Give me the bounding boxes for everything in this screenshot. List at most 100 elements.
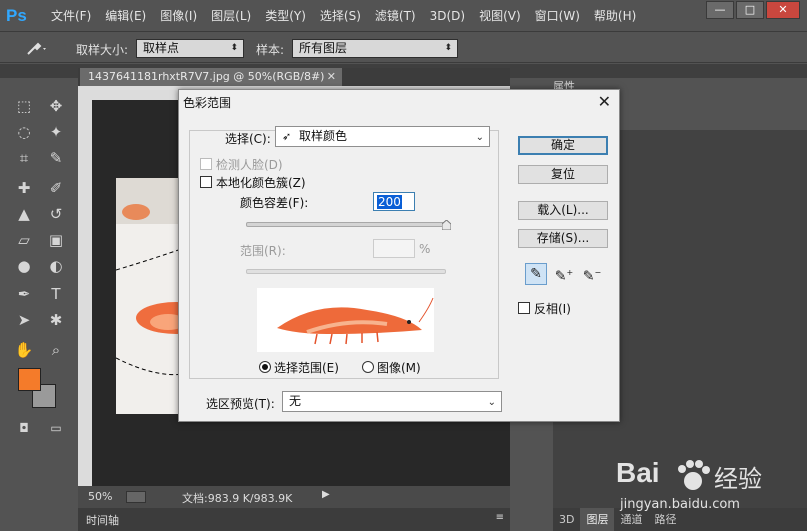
menu-edit[interactable]: 编辑(E) xyxy=(98,0,153,32)
move-tool-icon[interactable]: ✥ xyxy=(44,96,68,116)
sample-size-label: 取样大小: xyxy=(76,43,129,57)
menu-filter[interactable]: 滤镜(T) xyxy=(368,0,423,32)
localized-clusters-checkbox[interactable] xyxy=(200,176,212,188)
zoom-tool-icon[interactable]: ⌕ xyxy=(44,340,68,360)
timeline-panel: 时间轴 ≡ xyxy=(78,508,510,531)
maximize-button[interactable]: □ xyxy=(736,1,764,19)
zoom-level[interactable]: 50% xyxy=(88,490,112,503)
fuzziness-slider-thumb[interactable] xyxy=(441,219,452,231)
timeline-tab[interactable]: 时间轴 xyxy=(86,512,119,528)
sample-size-select[interactable]: 取样点 ⬍ xyxy=(136,39,244,58)
dialog-title: 色彩范围 xyxy=(183,96,232,110)
select-value: 取样颜色 xyxy=(299,129,348,143)
hand-tool-icon[interactable]: ✋ xyxy=(12,340,36,360)
invert-checkbox[interactable] xyxy=(518,302,530,314)
selection-preview-radio[interactable] xyxy=(259,361,271,373)
reset-button[interactable]: 复位 xyxy=(518,165,608,184)
fuzziness-label: 颜色容差(F): xyxy=(240,196,309,210)
ruler-vertical xyxy=(78,100,92,486)
marquee-tool-icon[interactable]: ⬚ xyxy=(12,96,36,116)
save-button[interactable]: 存储(S)... xyxy=(518,229,608,248)
play-icon[interactable]: ▶ xyxy=(322,489,330,500)
panel-menu-icon[interactable]: ≡ xyxy=(496,512,504,523)
options-bar: 取样大小: 取样点 ⬍ 样本: 所有图层 ⬍ xyxy=(0,33,807,63)
menu-layer[interactable]: 图层(L) xyxy=(204,0,258,32)
crop-tool-icon[interactable]: ⌗ xyxy=(12,148,36,168)
color-range-dialog: 色彩范围 ✕ 选择(C): ➶ 取样颜色 ⌄ 检测人脸(D) 本地化颜色簇(Z)… xyxy=(178,89,620,422)
menu-view[interactable]: 视图(V) xyxy=(472,0,528,32)
invert-label: 反相(I) xyxy=(534,302,571,316)
tab-layers[interactable]: 图层 xyxy=(580,508,615,531)
stamp-tool-icon[interactable]: ▲ xyxy=(12,204,36,224)
paw-logo-icon xyxy=(678,460,710,490)
menu-items: 文件(F) 编辑(E) 图像(I) 图层(L) 类型(Y) 选择(S) 滤镜(T… xyxy=(44,0,643,32)
menu-help[interactable]: 帮助(H) xyxy=(587,0,643,32)
tab-3d[interactable]: 3D xyxy=(553,508,580,531)
menu-3d[interactable]: 3D(D) xyxy=(423,0,472,32)
path-selection-tool-icon[interactable]: ➤ xyxy=(12,310,36,330)
blur-tool-icon[interactable]: ● xyxy=(12,256,36,276)
pen-tool-icon[interactable]: ✒ xyxy=(12,284,36,304)
fuzziness-slider[interactable] xyxy=(246,222,446,227)
menu-select[interactable]: 选择(S) xyxy=(313,0,368,32)
fuzziness-input[interactable]: 200 xyxy=(373,192,415,211)
range-slider[interactable] xyxy=(246,269,446,274)
menu-file[interactable]: 文件(F) xyxy=(44,0,98,32)
quick-mask-icon[interactable]: ◘ xyxy=(12,418,36,438)
document-image[interactable] xyxy=(116,178,184,414)
chevron-down-icon: ⌄ xyxy=(487,397,496,408)
eyedropper-sample-icon[interactable]: ✎ xyxy=(525,263,547,285)
foreground-color-fill xyxy=(18,368,41,391)
detect-faces-label: 检测人脸(D) xyxy=(216,158,283,172)
menu-window[interactable]: 窗口(W) xyxy=(528,0,587,32)
range-input[interactable] xyxy=(373,239,415,258)
menu-type[interactable]: 类型(Y) xyxy=(258,0,313,32)
dialog-close-icon[interactable]: ✕ xyxy=(598,92,611,111)
eyedropper-tool-icon[interactable]: ✎ xyxy=(44,148,68,168)
shape-tool-icon[interactable]: ✱ xyxy=(44,310,68,330)
close-button[interactable]: ✕ xyxy=(766,1,800,19)
menu-bar: Ps 文件(F) 编辑(E) 图像(I) 图层(L) 类型(Y) 选择(S) 滤… xyxy=(0,0,807,32)
range-unit: % xyxy=(419,242,431,256)
detect-faces-checkbox[interactable] xyxy=(200,158,212,170)
history-brush-tool-icon[interactable]: ↺ xyxy=(44,204,68,224)
load-button[interactable]: 载入(L)... xyxy=(518,201,608,220)
sample-label: 样本: xyxy=(256,43,285,57)
ok-button[interactable]: 确定 xyxy=(518,136,608,155)
eyedropper-icon[interactable] xyxy=(24,40,46,56)
lasso-tool-icon[interactable]: ◌ xyxy=(12,122,36,142)
eyedropper-add-icon[interactable]: ✎+ xyxy=(553,263,575,285)
close-tab-icon[interactable]: ✕ xyxy=(327,68,336,86)
watermark-brand-suffix: 经验 xyxy=(714,465,762,493)
select-label: 选择(C): xyxy=(225,132,271,146)
eraser-tool-icon[interactable]: ▱ xyxy=(12,230,36,250)
brush-tool-icon[interactable]: ✐ xyxy=(44,178,68,198)
document-tab[interactable]: 1437641181rhxtR7V7.jpg @ 50%(RGB/8#) ✕ xyxy=(80,68,342,86)
healing-brush-tool-icon[interactable]: ✚ xyxy=(12,178,36,198)
baidu-watermark: Bai 经验 jingyan.baidu.com xyxy=(612,455,792,519)
image-preview-radio[interactable] xyxy=(362,361,374,373)
sample-size-value: 取样点 xyxy=(143,41,180,55)
type-tool-icon[interactable]: T xyxy=(44,284,68,304)
select-dropdown[interactable]: ➶ 取样颜色 ⌄ xyxy=(275,126,490,147)
sample-value: 所有图层 xyxy=(299,41,348,55)
eyedropper-subtract-icon[interactable]: ✎− xyxy=(581,263,603,285)
status-icon xyxy=(126,491,146,503)
localized-clusters-label: 本地化颜色簇(Z) xyxy=(216,176,306,190)
sample-select[interactable]: 所有图层 ⬍ xyxy=(292,39,458,58)
document-title: 1437641181rhxtR7V7.jpg @ 50%(RGB/8#) xyxy=(88,70,325,83)
magic-wand-tool-icon[interactable]: ✦ xyxy=(44,122,68,142)
watermark-url: jingyan.baidu.com xyxy=(620,497,740,512)
fuzziness-value: 200 xyxy=(377,195,402,209)
menu-image[interactable]: 图像(I) xyxy=(153,0,204,32)
minimize-button[interactable]: — xyxy=(706,1,734,19)
app-logo: Ps xyxy=(6,6,27,25)
screen-mode-icon[interactable]: ▭ xyxy=(44,418,68,438)
shrimp-preview-image xyxy=(277,297,434,345)
selection-preview-dropdown[interactable]: 无 ⌄ xyxy=(282,391,502,412)
status-bar: 50% 文档:983.9 K/983.9K ▶ xyxy=(78,486,510,508)
tools-panel: ⬚ ✥ ◌ ✦ ⌗ ✎ ✚ ✐ ▲ ↺ ▱ ▣ ● ◐ ✒ T ➤ ✱ ✋ ⌕ … xyxy=(8,78,74,450)
gradient-tool-icon[interactable]: ▣ xyxy=(44,230,68,250)
dodge-tool-icon[interactable]: ◐ xyxy=(44,256,68,276)
image-mode-label: 图像(M) xyxy=(377,361,421,375)
